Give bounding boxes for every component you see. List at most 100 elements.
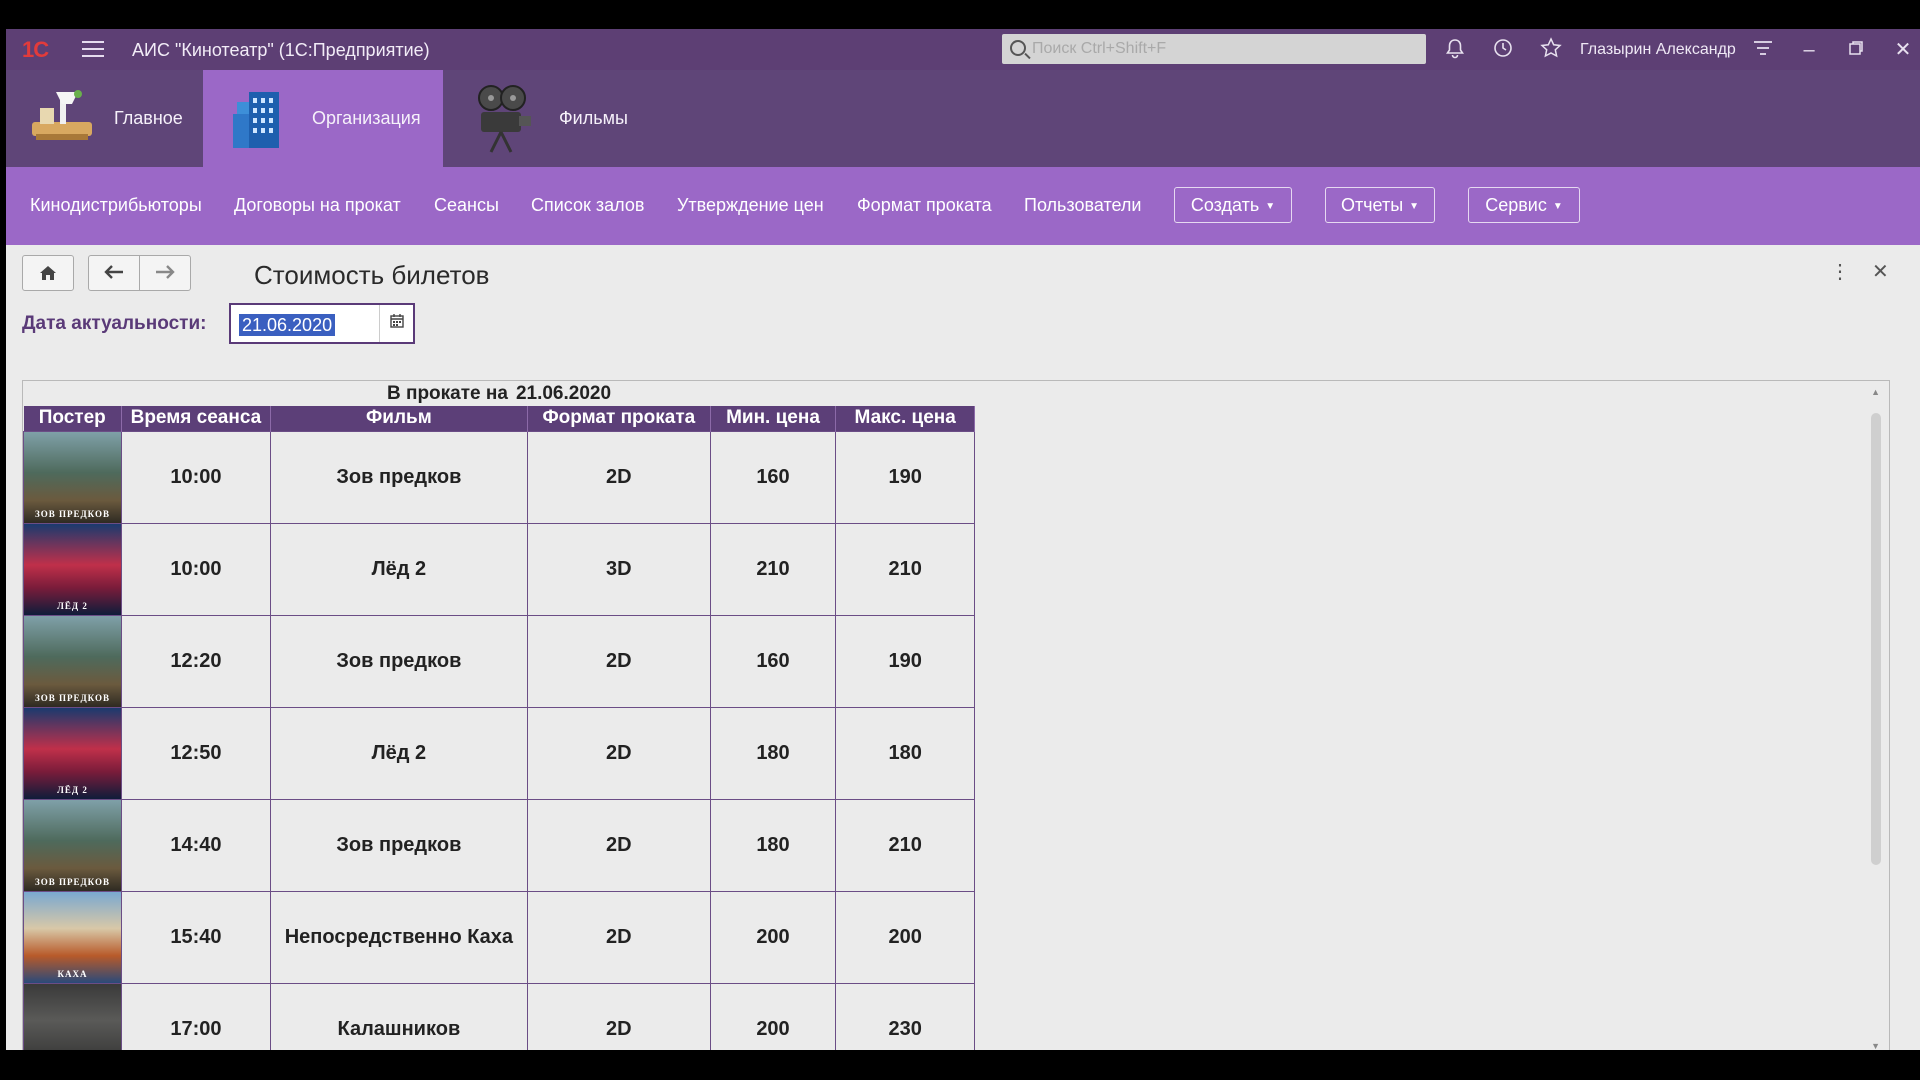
sections-panel: Главное Организация Фильмы [6, 70, 1920, 167]
min-price-cell: 210 [709, 522, 837, 616]
film-cell: Калашников [269, 982, 528, 1050]
max-price-cell: 190 [835, 614, 975, 708]
film-poster-image: ЗОВ ПРЕДКОВ [24, 431, 121, 523]
link-price-approval[interactable]: Утверждение цен [677, 195, 824, 216]
session-time-cell: 10:00 [121, 430, 271, 524]
max-price-cell: 210 [835, 798, 975, 892]
link-rental-format[interactable]: Формат проката [857, 195, 992, 216]
report-title: В прокате на 21.06.2020 [23, 383, 975, 405]
film-cell: Зов предков [269, 430, 528, 524]
minimize-icon[interactable]: – [1796, 37, 1822, 63]
more-icon[interactable]: ⋮ [1830, 259, 1850, 284]
poster-cell: КАХА [23, 890, 122, 984]
date-label: Дата актуальности: [22, 313, 207, 334]
date-field[interactable]: 21.06.2020 [229, 303, 415, 344]
search-input[interactable] [1032, 38, 1412, 60]
section-organization[interactable]: Организация [203, 70, 443, 167]
link-sessions[interactable]: Сеансы [434, 195, 499, 216]
report-spreadsheet: В прокате на 21.06.2020 Постер Время сеан… [22, 380, 1890, 1050]
forward-button[interactable] [139, 255, 191, 291]
global-search[interactable] [1002, 34, 1426, 64]
format-cell: 2D [526, 890, 711, 984]
session-time-cell: 14:40 [121, 798, 271, 892]
session-time-cell: 12:20 [121, 614, 271, 708]
session-time-cell: 15:40 [121, 890, 271, 984]
film-projector-icon [478, 85, 531, 153]
home-icon [40, 266, 56, 280]
link-rental-contracts[interactable]: Договоры на прокат [234, 195, 401, 216]
desk-icon [32, 90, 92, 140]
film-poster-image: ЛЁД 2 [24, 707, 121, 799]
min-price-cell: 160 [709, 614, 837, 708]
building-icon [233, 92, 279, 148]
section-label: Главное [114, 108, 183, 128]
scroll-down-icon[interactable]: ▼ [1871, 1041, 1880, 1050]
favorites-star-icon[interactable] [1538, 37, 1564, 63]
format-cell: 3D [526, 522, 711, 616]
poster-caption: КАХА [57, 968, 88, 979]
link-users[interactable]: Пользователи [1024, 195, 1141, 216]
settings-lines-icon[interactable] [1750, 37, 1776, 63]
form-title: Стоимость билетов [254, 260, 490, 290]
poster-caption: ЗОВ ПРЕДКОВ [34, 508, 110, 519]
ticket-price-form: Стоимость билетов ⋮ ✕ Дата актуальности:… [6, 245, 1920, 1050]
create-dropdown-button[interactable]: Создать ▼ [1174, 187, 1292, 223]
poster-caption: ЛЁД 2 [57, 784, 88, 795]
home-button[interactable] [22, 255, 74, 291]
app-title: АИС "Кинотеатр" (1С:Предприятие) [132, 40, 430, 60]
user-name[interactable]: Глазырин Александр [1580, 41, 1736, 59]
bell-icon[interactable] [1442, 37, 1468, 63]
max-price-cell: 230 [835, 982, 975, 1050]
poster-caption: ЛЁД 2 [57, 600, 88, 611]
session-time-cell: 17:00 [121, 982, 271, 1050]
min-price-cell: 180 [709, 706, 837, 800]
close-window-icon[interactable]: ✕ [1890, 37, 1916, 63]
col-film: Фильм [270, 406, 528, 431]
film-poster-image: КАХА [24, 891, 121, 983]
back-button[interactable] [88, 255, 140, 291]
vertical-scrollbar[interactable] [1871, 413, 1881, 865]
film-cell: Непосредственно Каха [269, 890, 528, 984]
history-icon[interactable] [1490, 37, 1516, 63]
link-halls[interactable]: Список залов [531, 195, 644, 216]
film-cell: Зов предков [269, 614, 528, 708]
section-label: Организация [312, 108, 421, 128]
min-price-cell: 200 [709, 890, 837, 984]
format-cell: 2D [526, 430, 711, 524]
table-row: ЗОВ ПРЕДКОВ 10:00 Зов предков 2D 160 190 [23, 430, 975, 524]
session-time-cell: 12:50 [121, 706, 271, 800]
table-row: КАЛАШНИКОВ17:00Калашников2D200230 [23, 982, 975, 1050]
date-value[interactable]: 21.06.2020 [239, 314, 336, 336]
poster-cell: ЗОВ ПРЕДКОВ [23, 430, 122, 524]
link-distributors[interactable]: Кинодистрибьюторы [30, 195, 202, 216]
restore-icon[interactable] [1843, 37, 1869, 63]
film-poster-image: ЛЁД 2 [24, 523, 121, 615]
arrow-left-icon [104, 265, 123, 279]
ticket-price-table: Постер Время сеанса Фильм Формат проката… [23, 406, 975, 1050]
poster-cell: ЛЁД 2 [23, 706, 122, 800]
format-cell: 2D [526, 614, 711, 708]
section-films[interactable]: Фильмы [443, 70, 663, 167]
service-dropdown-button[interactable]: Сервис ▼ [1468, 187, 1580, 223]
poster-cell: ЛЁД 2 [23, 522, 122, 616]
reports-label: Отчеты [1340, 195, 1404, 215]
col-poster: Постер [23, 406, 122, 431]
close-form-icon[interactable]: ✕ [1872, 259, 1889, 284]
scroll-up-icon[interactable]: ▲ [1871, 387, 1880, 397]
arrow-right-icon [156, 265, 175, 279]
col-min-price: Мин. цена [710, 406, 837, 431]
search-icon [1010, 40, 1026, 56]
calendar-icon[interactable] [379, 305, 413, 342]
poster-cell: КАЛАШНИКОВ [23, 982, 122, 1050]
max-price-cell: 200 [835, 890, 975, 984]
1c-logo: 1С [22, 37, 49, 62]
main-menu-icon[interactable] [82, 41, 104, 57]
section-main[interactable]: Главное [6, 70, 203, 167]
chevron-down-icon: ▼ [1552, 201, 1563, 212]
min-price-cell: 200 [709, 982, 837, 1050]
create-label: Создать [1190, 195, 1260, 215]
poster-caption: ЗОВ ПРЕДКОВ [34, 876, 110, 887]
max-price-cell: 180 [835, 706, 975, 800]
chevron-down-icon: ▼ [1409, 201, 1420, 212]
reports-dropdown-button[interactable]: Отчеты ▼ [1325, 187, 1435, 223]
